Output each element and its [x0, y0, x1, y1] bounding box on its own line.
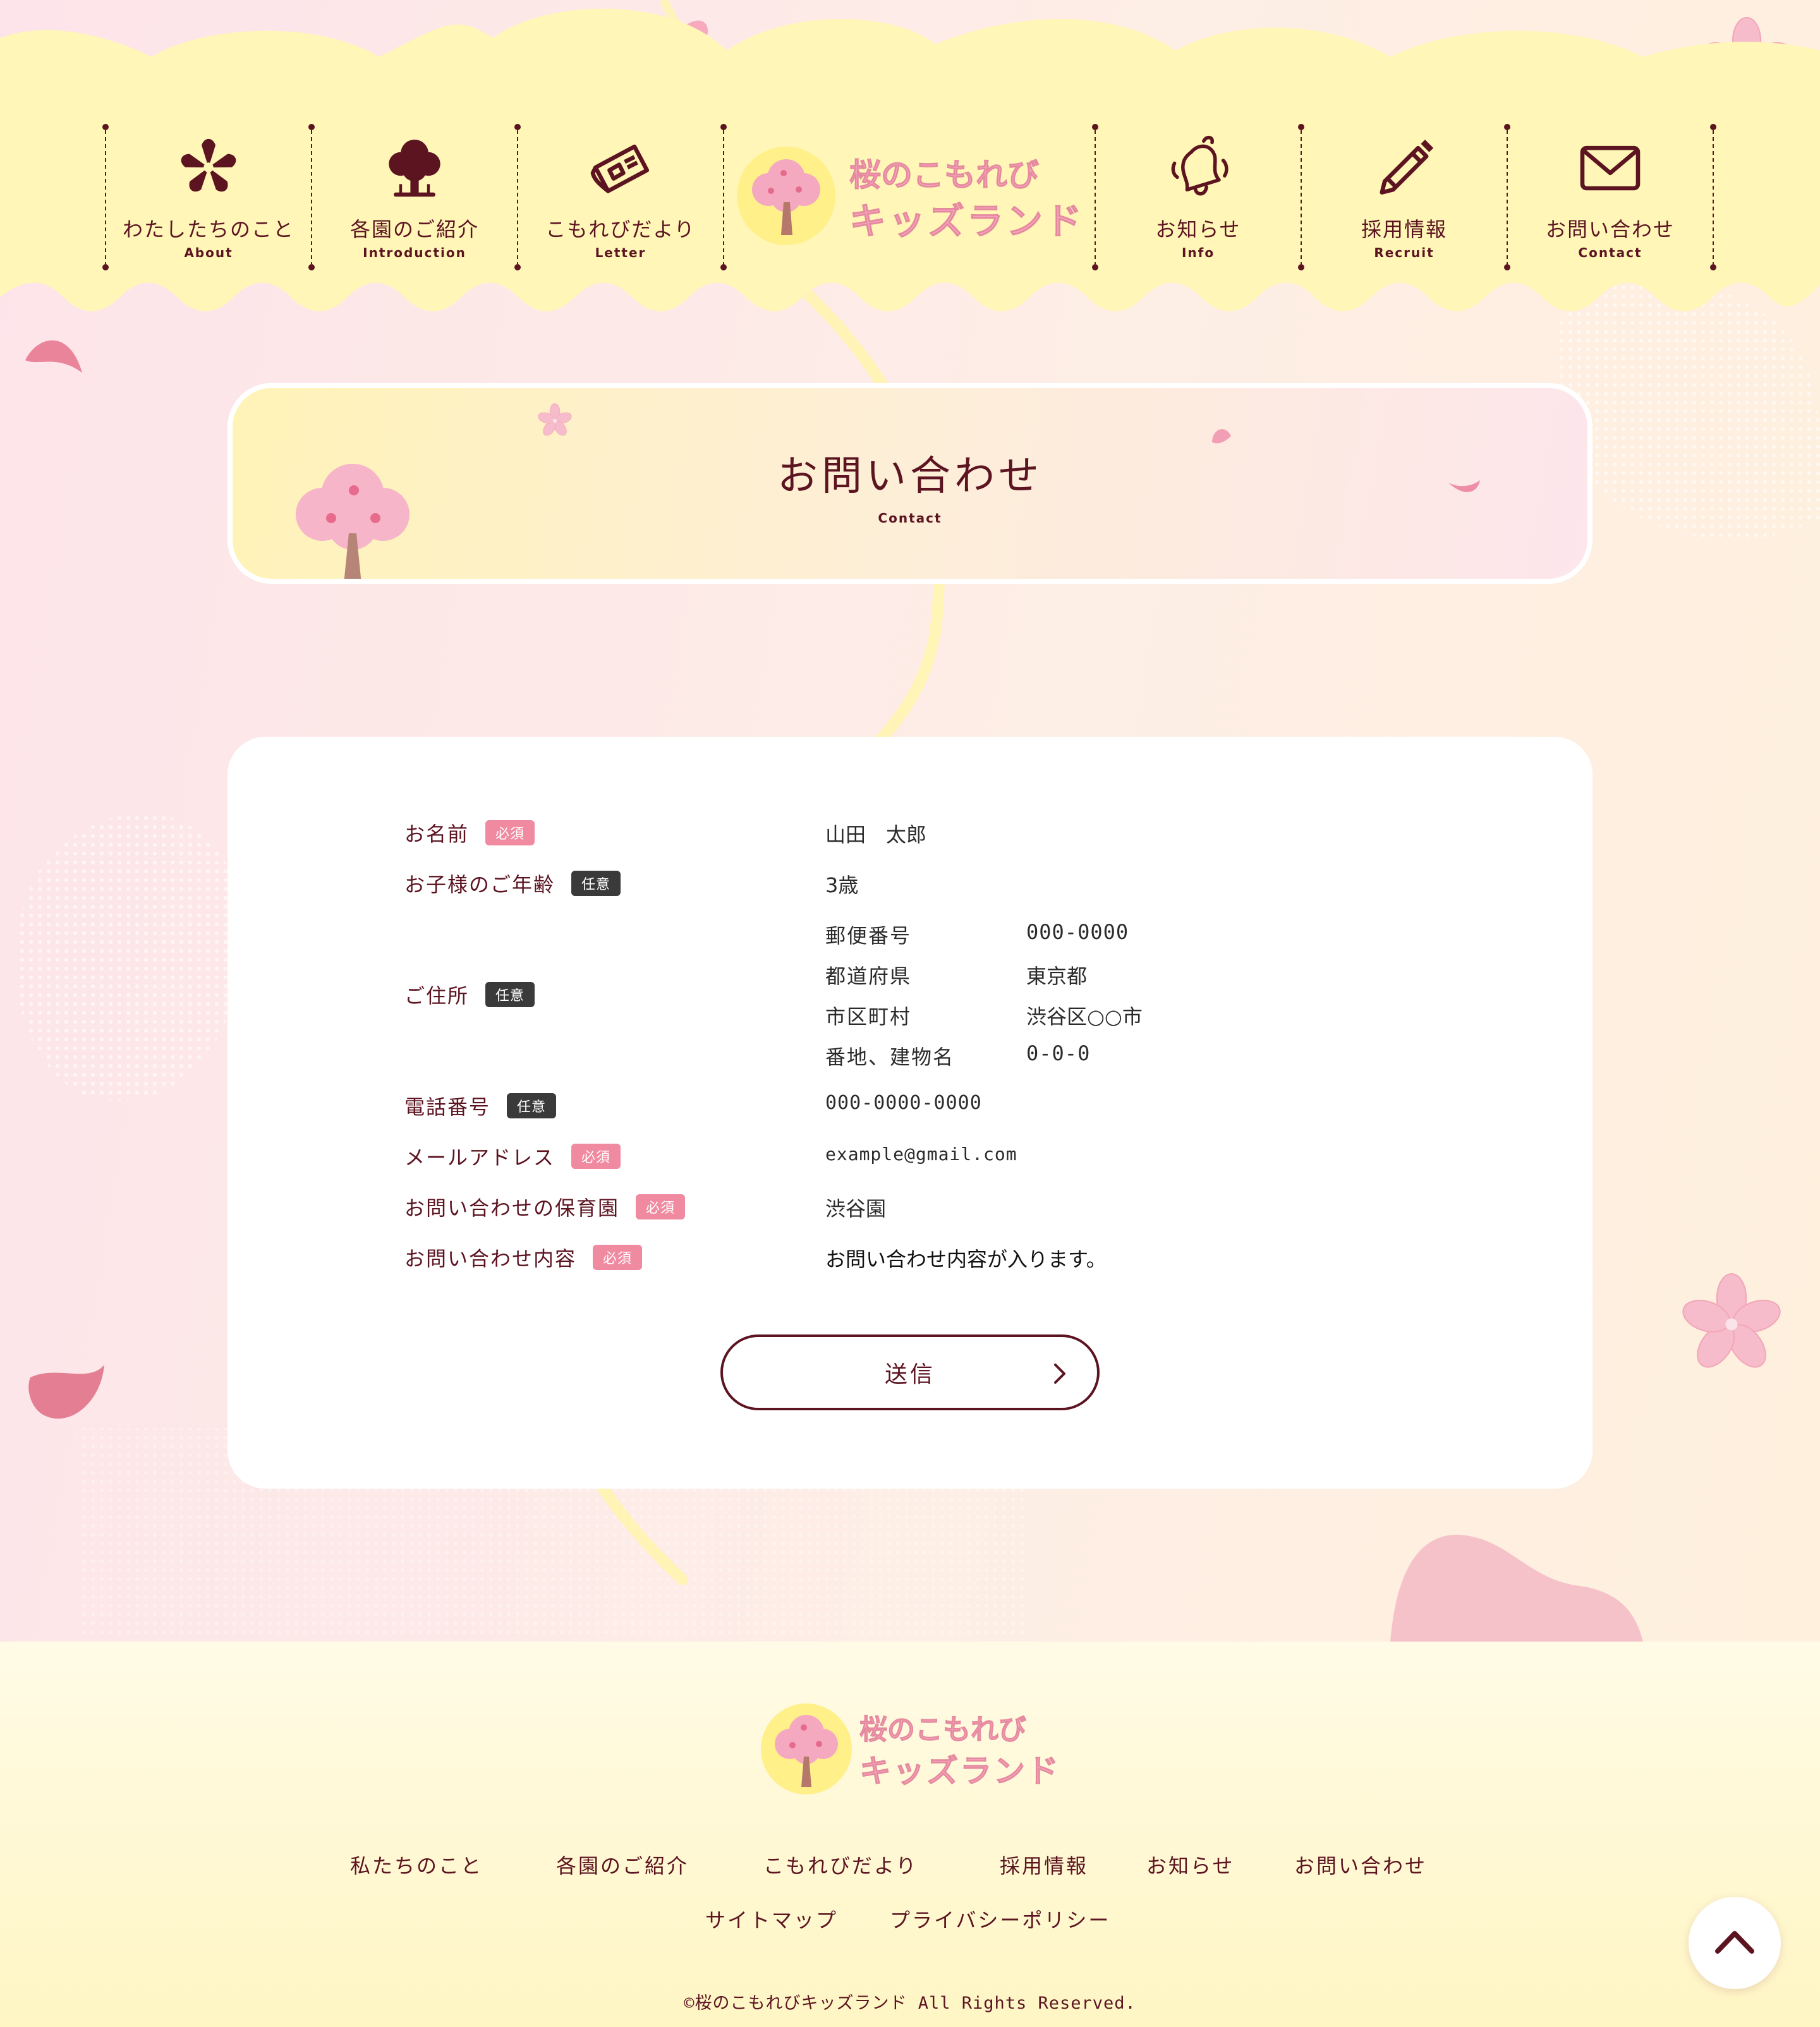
logo-text-line2: キッズランド: [849, 200, 1084, 243]
bell-icon: [1171, 135, 1228, 196]
nav-item-letter[interactable]: こもれびだより Letter: [518, 120, 724, 272]
nav-label-jp: こもれびだより: [545, 217, 696, 241]
nav-label-jp: わたしたちのこと: [122, 217, 294, 241]
name-label: お名前: [404, 822, 470, 846]
nav-item-about[interactable]: わたしたちのこと About: [106, 120, 312, 272]
street-label: 番地、建物名: [825, 1045, 955, 1069]
nav-label-en: Contact: [1578, 245, 1642, 260]
chevron-right-icon: [1054, 1364, 1065, 1384]
site-logo[interactable]: 桜のこもれび キッズランド: [736, 140, 1089, 254]
postal-code-label: 郵便番号: [825, 924, 912, 948]
nav-label-en: Letter: [595, 245, 646, 260]
nav-label-en: About: [184, 245, 233, 260]
submit-button[interactable]: 送信: [720, 1334, 1100, 1410]
chevron-up-icon: [1715, 1931, 1754, 1954]
contact-confirmation-form: お名前 必須 山田 太郎 お子様のご年齢 任意 3歳 ご住所 任意 郵便番号 0…: [228, 737, 1592, 1489]
newspaper-icon: [590, 144, 650, 193]
nursery-label: お問い合わせの保育園: [404, 1196, 620, 1220]
form-row-email: メールアドレス 必須: [404, 1139, 621, 1174]
footer-link-about[interactable]: 私たちのこと: [350, 1850, 483, 1879]
logo-text-line1: 桜のこもれび: [849, 157, 1039, 193]
form-row-inquiry: お問い合わせ内容 必須: [404, 1240, 643, 1275]
inquiry-value: お問い合わせ内容が入ります。: [825, 1247, 1107, 1271]
city-label: 市区町村: [825, 1005, 912, 1029]
copyright: ©桜のこもれびキッズランド All Rights Reserved.: [684, 1994, 1136, 2013]
footer-logo-line2: キッズランド: [859, 1753, 1060, 1789]
footer-link-sitemap[interactable]: サイトマップ: [705, 1904, 838, 1933]
envelope-icon: [1580, 145, 1641, 191]
email-label: メールアドレス: [404, 1146, 555, 1170]
optional-badge: 任意: [507, 1093, 557, 1118]
form-row-phone: 電話番号 任意: [404, 1088, 557, 1123]
nav-item-info[interactable]: お知らせ Info: [1095, 120, 1301, 272]
address-label: ご住所: [404, 984, 470, 1008]
optional-badge: 任意: [571, 871, 621, 896]
footer-link-introduction[interactable]: 各園のご紹介: [556, 1850, 689, 1879]
required-badge: 必須: [485, 820, 535, 845]
nursery-value: 渋谷園: [825, 1197, 887, 1221]
page-title: お問い合わせ: [777, 453, 1043, 500]
site-footer: 桜のこもれび キッズランド 私たちのこと 各園のご紹介 こもれびだより 採用情報…: [0, 1642, 1820, 2027]
child-age-value: 3歳: [825, 873, 859, 897]
footer-link-recruit[interactable]: 採用情報: [1000, 1850, 1088, 1879]
inquiry-label: お問い合わせ内容: [404, 1247, 577, 1271]
required-badge: 必須: [571, 1144, 621, 1169]
footer-logo-line1: 桜のこもれび: [859, 1714, 1026, 1746]
nav-item-contact[interactable]: お問い合わせ Contact: [1507, 120, 1713, 272]
back-to-top-button[interactable]: [1689, 1897, 1781, 1989]
footer-logo[interactable]: 桜のこもれび キッズランド: [758, 1698, 1062, 1800]
tree-icon: [389, 140, 440, 197]
footer-link-privacy-policy[interactable]: プライバシーポリシー: [890, 1904, 1110, 1933]
nav-item-recruit[interactable]: 採用情報 Recruit: [1301, 120, 1507, 272]
sakura-flower-decoration: [537, 403, 573, 439]
prefecture-label: 都道府県: [825, 964, 912, 988]
nav-label-jp: お問い合わせ: [1545, 217, 1675, 241]
optional-badge: 任意: [485, 982, 535, 1007]
child-age-label: お子様のご年齢: [404, 873, 555, 897]
required-badge: 必須: [593, 1245, 643, 1270]
footer-link-info[interactable]: お知らせ: [1146, 1850, 1234, 1879]
page-title-banner: お問い合わせ Contact: [228, 383, 1592, 584]
footer-link-letter[interactable]: こもれびだより: [763, 1850, 918, 1879]
nav-label-jp: 各園のご紹介: [349, 217, 479, 241]
form-row-address: ご住所 任意: [404, 977, 535, 1012]
pencil-icon: [1380, 140, 1434, 195]
postal-code-value: 000-0000: [1026, 920, 1129, 944]
submit-label: 送信: [884, 1362, 935, 1388]
sakura-flower-icon: [181, 138, 236, 192]
prefecture-value: 東京都: [1026, 964, 1088, 988]
footer-link-contact[interactable]: お問い合わせ: [1294, 1850, 1427, 1879]
email-value: example@gmail.com: [825, 1144, 1017, 1165]
phone-label: 電話番号: [404, 1095, 491, 1119]
nav-label-en: Info: [1181, 245, 1215, 260]
form-row-nursery: お問い合わせの保育園 必須: [404, 1189, 686, 1225]
nav-item-introduction[interactable]: 各園のご紹介 Introduction: [312, 120, 518, 272]
form-row-name: お名前 必須: [404, 815, 535, 850]
form-row-child-age: お子様のご年齢 任意: [404, 866, 621, 901]
nav-label-jp: お知らせ: [1155, 217, 1241, 241]
phone-value: 000-0000-0000: [825, 1092, 982, 1114]
site-header: わたしたちのこと About 各園のご紹介 Introduction こもれびだ…: [0, 0, 1820, 316]
nav-label-en: Recruit: [1374, 245, 1435, 260]
city-value: 渋谷区○○市: [1026, 1005, 1143, 1029]
page-subtitle: Contact: [878, 511, 942, 526]
name-value: 山田 太郎: [825, 823, 927, 847]
nav-label-en: Introduction: [363, 245, 466, 260]
street-value: 0-0-0: [1026, 1041, 1091, 1065]
nav-label-jp: 採用情報: [1361, 217, 1447, 241]
required-badge: 必須: [636, 1194, 686, 1219]
